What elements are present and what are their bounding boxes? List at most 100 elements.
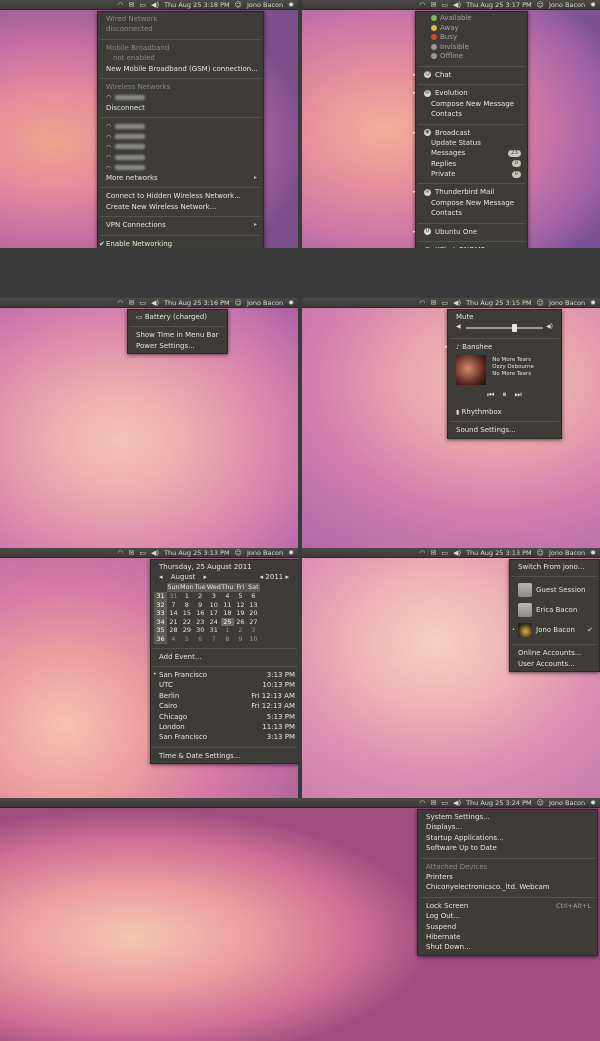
calendar-day[interactable]: 8 bbox=[180, 601, 194, 610]
volume-icon[interactable]: ◀) bbox=[453, 549, 461, 557]
clock[interactable]: Thu Aug 25 3:24 PM bbox=[466, 799, 532, 807]
calendar-day[interactable]: 27 bbox=[247, 618, 260, 627]
network-menu-item[interactable]: More networks ▸ bbox=[98, 173, 263, 183]
calendar-day[interactable]: 1 bbox=[180, 592, 194, 601]
power-settings-item[interactable]: Power Settings... bbox=[128, 341, 227, 351]
status-item[interactable]: Available bbox=[416, 14, 527, 24]
mute-item[interactable]: Mute bbox=[448, 312, 561, 322]
calendar-day[interactable]: 17 bbox=[207, 609, 221, 618]
volume-icon[interactable]: ◀) bbox=[453, 1, 461, 9]
calendar-day[interactable]: 18 bbox=[221, 609, 234, 618]
gear-icon[interactable]: ✹ bbox=[590, 549, 596, 557]
network-menu-item[interactable]: ◠ bbox=[98, 163, 263, 173]
rhythmbox-item[interactable]: ▮ Rhythmbox bbox=[448, 407, 561, 417]
user-name[interactable]: Jono Bacon bbox=[549, 1, 585, 9]
messaging-menu-item[interactable]: ▸ ☺ Chat bbox=[413, 70, 527, 80]
user-name[interactable]: Jono Bacon bbox=[549, 299, 585, 307]
pause-icon[interactable]: ⏸ bbox=[503, 390, 515, 399]
prev-month-icon[interactable]: ◂ bbox=[159, 573, 163, 581]
location-item[interactable]: UTC 10:13 PM bbox=[151, 680, 298, 690]
wifi-icon[interactable]: ◠ bbox=[419, 299, 425, 307]
user-name[interactable]: Jono Bacon bbox=[247, 549, 283, 557]
session-menu-item[interactable]: Hibernate bbox=[418, 932, 597, 942]
location-item[interactable]: • San Francisco 3:13 PM bbox=[151, 670, 298, 680]
session-menu-item[interactable]: Displays... bbox=[418, 822, 597, 832]
user-icon[interactable]: ☺ bbox=[537, 299, 544, 307]
messaging-menu-item[interactable]: Compose New Message bbox=[416, 198, 527, 208]
battery-icon[interactable]: ▭ bbox=[139, 299, 146, 307]
wifi-icon[interactable]: ◠ bbox=[419, 799, 425, 807]
calendar-day[interactable]: 11 bbox=[221, 601, 234, 610]
volume-slider[interactable] bbox=[466, 324, 543, 333]
gear-icon[interactable]: ✹ bbox=[590, 299, 596, 307]
messaging-menu-item[interactable]: Contacts bbox=[416, 208, 527, 218]
user-item-erica[interactable]: Erica Bacon bbox=[510, 600, 599, 620]
user-icon[interactable]: ☺ bbox=[537, 1, 544, 9]
calendar-day[interactable]: 23 bbox=[194, 618, 207, 627]
calendar-day[interactable]: 9 bbox=[234, 635, 247, 644]
battery-icon[interactable]: ▭ bbox=[441, 1, 448, 9]
gear-icon[interactable]: ✹ bbox=[590, 799, 596, 807]
switch-user-item[interactable]: Switch From jono... bbox=[510, 562, 599, 572]
calendar-day[interactable]: 19 bbox=[234, 609, 247, 618]
location-item[interactable]: Cairo Fri 12:13 AM bbox=[151, 701, 298, 711]
battery-icon[interactable]: ▭ bbox=[441, 799, 448, 807]
calendar-day[interactable]: 9 bbox=[194, 601, 207, 610]
network-menu-item[interactable]: Create New Wireless Network... bbox=[98, 202, 263, 212]
battery-icon[interactable]: ▭ bbox=[139, 549, 146, 557]
wifi-icon[interactable]: ◠ bbox=[419, 549, 425, 557]
messaging-menu-item[interactable]: Private 0 bbox=[416, 169, 527, 179]
clock[interactable]: Thu Aug 25 3:18 PM bbox=[164, 1, 230, 9]
calendar-day[interactable]: 28 bbox=[167, 626, 180, 635]
calendar-day[interactable]: 12 bbox=[234, 601, 247, 610]
next-year-icon[interactable]: ▸ bbox=[285, 573, 289, 581]
session-menu-item[interactable]: Printers bbox=[418, 872, 597, 882]
mail-icon[interactable]: ✉ bbox=[430, 799, 436, 807]
messaging-menu-item[interactable]: ▸ ✉ Thunderbird Mail bbox=[413, 187, 527, 197]
time-date-settings-item[interactable]: Time & Date Settings... bbox=[151, 751, 298, 761]
next-month-icon[interactable]: ▸ bbox=[203, 573, 207, 581]
user-accounts-item[interactable]: User Accounts... bbox=[510, 659, 599, 669]
messaging-menu-item[interactable]: Contacts bbox=[416, 109, 527, 119]
clock[interactable]: Thu Aug 25 3:13 PM bbox=[466, 549, 532, 557]
user-name[interactable]: Jono Bacon bbox=[549, 799, 585, 807]
network-menu-item[interactable]: ◠ bbox=[98, 142, 263, 152]
calendar-day[interactable]: 21 bbox=[167, 618, 180, 627]
calendar-day[interactable]: 2 bbox=[194, 592, 207, 601]
calendar-day[interactable]: 7 bbox=[167, 601, 180, 610]
status-item[interactable]: Invisible bbox=[416, 43, 527, 53]
show-time-item[interactable]: Show Time in Menu Bar bbox=[128, 330, 227, 340]
user-item-guest[interactable]: Guest Session bbox=[510, 580, 599, 600]
calendar-day[interactable]: 15 bbox=[180, 609, 194, 618]
calendar-day[interactable]: 10 bbox=[247, 635, 260, 644]
status-item[interactable]: Away bbox=[416, 24, 527, 34]
volume-icon[interactable]: ◀) bbox=[453, 299, 461, 307]
calendar-day[interactable]: 7 bbox=[207, 635, 221, 644]
user-icon[interactable]: ☺ bbox=[235, 1, 242, 9]
session-menu-item[interactable]: Shut Down... bbox=[418, 942, 597, 952]
network-menu-item[interactable]: VPN Connections ▸ bbox=[98, 220, 263, 230]
volume-slider-knob[interactable] bbox=[512, 324, 518, 333]
session-menu-item[interactable]: Startup Applications... bbox=[418, 833, 597, 843]
battery-icon[interactable]: ▭ bbox=[441, 549, 448, 557]
mail-icon[interactable]: ✉ bbox=[128, 549, 134, 557]
calendar-day[interactable]: 2 bbox=[234, 626, 247, 635]
wifi-icon[interactable]: ◠ bbox=[117, 1, 123, 9]
next-icon[interactable]: ⏭ bbox=[515, 390, 530, 399]
messaging-menu-item[interactable]: ▸ U Ubuntu One bbox=[413, 227, 527, 237]
current-date[interactable]: Thursday, 25 August 2011 bbox=[151, 562, 298, 572]
user-item-jono[interactable]: • Jono Bacon ✔ bbox=[510, 620, 599, 640]
calendar-day[interactable]: 30 bbox=[194, 626, 207, 635]
session-menu-item[interactable]: Suspend bbox=[418, 922, 597, 932]
location-item[interactable]: London 11:13 PM bbox=[151, 722, 298, 732]
calendar-day[interactable]: 25 bbox=[220, 617, 234, 627]
calendar-day[interactable]: 16 bbox=[194, 609, 207, 618]
status-item[interactable]: Busy bbox=[416, 33, 527, 43]
banshee-item[interactable]: ▸ ♪ Banshee bbox=[445, 342, 561, 352]
wifi-icon[interactable]: ◠ bbox=[419, 1, 425, 9]
calendar-day[interactable]: 14 bbox=[167, 609, 180, 618]
messaging-menu-item[interactable]: Messages 23 bbox=[416, 148, 527, 158]
mail-icon[interactable]: ✉ bbox=[430, 299, 436, 307]
user-name[interactable]: Jono Bacon bbox=[549, 549, 585, 557]
battery-icon[interactable]: ▭ bbox=[139, 1, 146, 9]
